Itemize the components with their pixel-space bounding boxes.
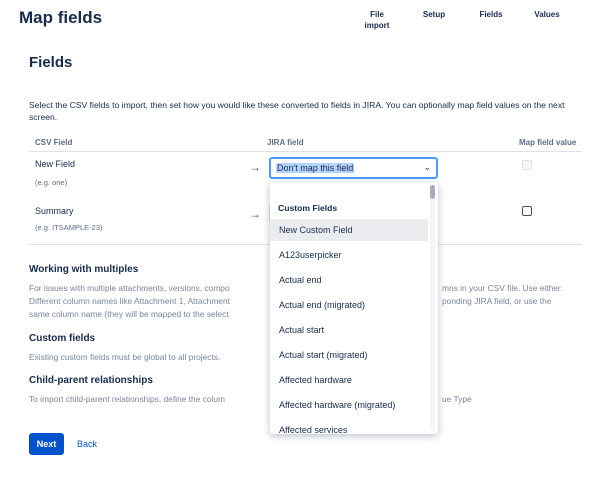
- step-label: Fields: [479, 10, 503, 19]
- arrow-right-icon: →: [249, 207, 261, 221]
- dropdown-option[interactable]: Affected services: [270, 419, 428, 434]
- chevron-down-icon: ⌄: [423, 162, 431, 172]
- child-parent-text: ue Type: [442, 394, 472, 404]
- page-title: Map fields: [19, 8, 103, 27]
- csv-field-example: (e.g. one): [35, 178, 68, 187]
- column-header-jira-field: JIRA field: [267, 138, 304, 147]
- dropdown-scrollbar-thumb[interactable]: [430, 185, 435, 199]
- step-values[interactable]: Values: [528, 9, 566, 20]
- multiples-text: ponding JIRA field, or use the: [442, 296, 552, 306]
- multiples-text: mns in your CSV file. Use either:: [442, 283, 564, 293]
- jira-field-select[interactable]: Don't map this field ⌄: [269, 157, 438, 179]
- step-label: Values: [534, 10, 560, 19]
- column-header-map-field-value: Map field value: [519, 138, 577, 147]
- jira-field-select-value: Don't map this field: [276, 163, 355, 173]
- map-field-value-checkbox[interactable]: [522, 206, 532, 216]
- column-header-csv-field: CSV Field: [35, 138, 73, 147]
- dropdown-option[interactable]: Affected hardware (migrated): [270, 394, 428, 416]
- next-button[interactable]: Next: [29, 433, 64, 455]
- multiples-title: Working with multiples: [29, 264, 139, 275]
- dropdown-option[interactable]: Actual end: [270, 269, 428, 291]
- dropdown-scrollbar-track[interactable]: [430, 185, 435, 431]
- multiples-text: For issues with multiple attachments, ve…: [29, 283, 230, 293]
- section-title: Fields: [29, 54, 73, 71]
- step-setup[interactable]: Setup: [416, 9, 452, 20]
- step-label: Setup: [422, 10, 446, 19]
- back-button[interactable]: Back: [77, 433, 97, 455]
- intro-text: Select the CSV fields to import, then se…: [29, 100, 565, 122]
- step-label: File: [370, 10, 384, 19]
- step-fields[interactable]: Fields: [472, 9, 510, 20]
- arrow-right-icon: →: [249, 160, 261, 174]
- dropdown-option[interactable]: Affected hardware: [270, 369, 428, 391]
- multiples-text: Different column names like Attachment 1…: [29, 296, 230, 306]
- child-parent-title: Child-parent relationships: [29, 375, 153, 386]
- csv-field-example: (e.g. ITSAMPLE-23): [35, 223, 103, 232]
- dropdown-option[interactable]: Actual start: [270, 319, 428, 341]
- dropdown-option[interactable]: Actual end (migrated): [270, 294, 428, 316]
- custom-fields-text: Existing custom fields must be global to…: [29, 352, 221, 362]
- map-field-value-checkbox[interactable]: [522, 160, 532, 170]
- dropdown-option[interactable]: A123userpicker: [270, 244, 428, 266]
- dropdown-option[interactable]: New Custom Field: [270, 219, 428, 241]
- csv-field-name: Summary: [35, 206, 74, 216]
- dropdown-group-label: Custom Fields: [278, 203, 338, 213]
- custom-fields-title: Custom fields: [29, 333, 96, 344]
- step-label: import: [364, 21, 390, 30]
- csv-field-name: New Field: [35, 159, 76, 169]
- dropdown-option[interactable]: Actual start (migrated): [270, 344, 428, 366]
- step-file-import[interactable]: File import: [362, 9, 392, 31]
- child-parent-text: To import child-parent relationships, de…: [29, 394, 225, 404]
- jira-field-dropdown-menu[interactable]: Custom Fields New Custom Field A123userp…: [270, 182, 438, 434]
- multiples-text: same column name (they will be mapped to…: [29, 309, 229, 319]
- table-header-divider: [29, 151, 582, 152]
